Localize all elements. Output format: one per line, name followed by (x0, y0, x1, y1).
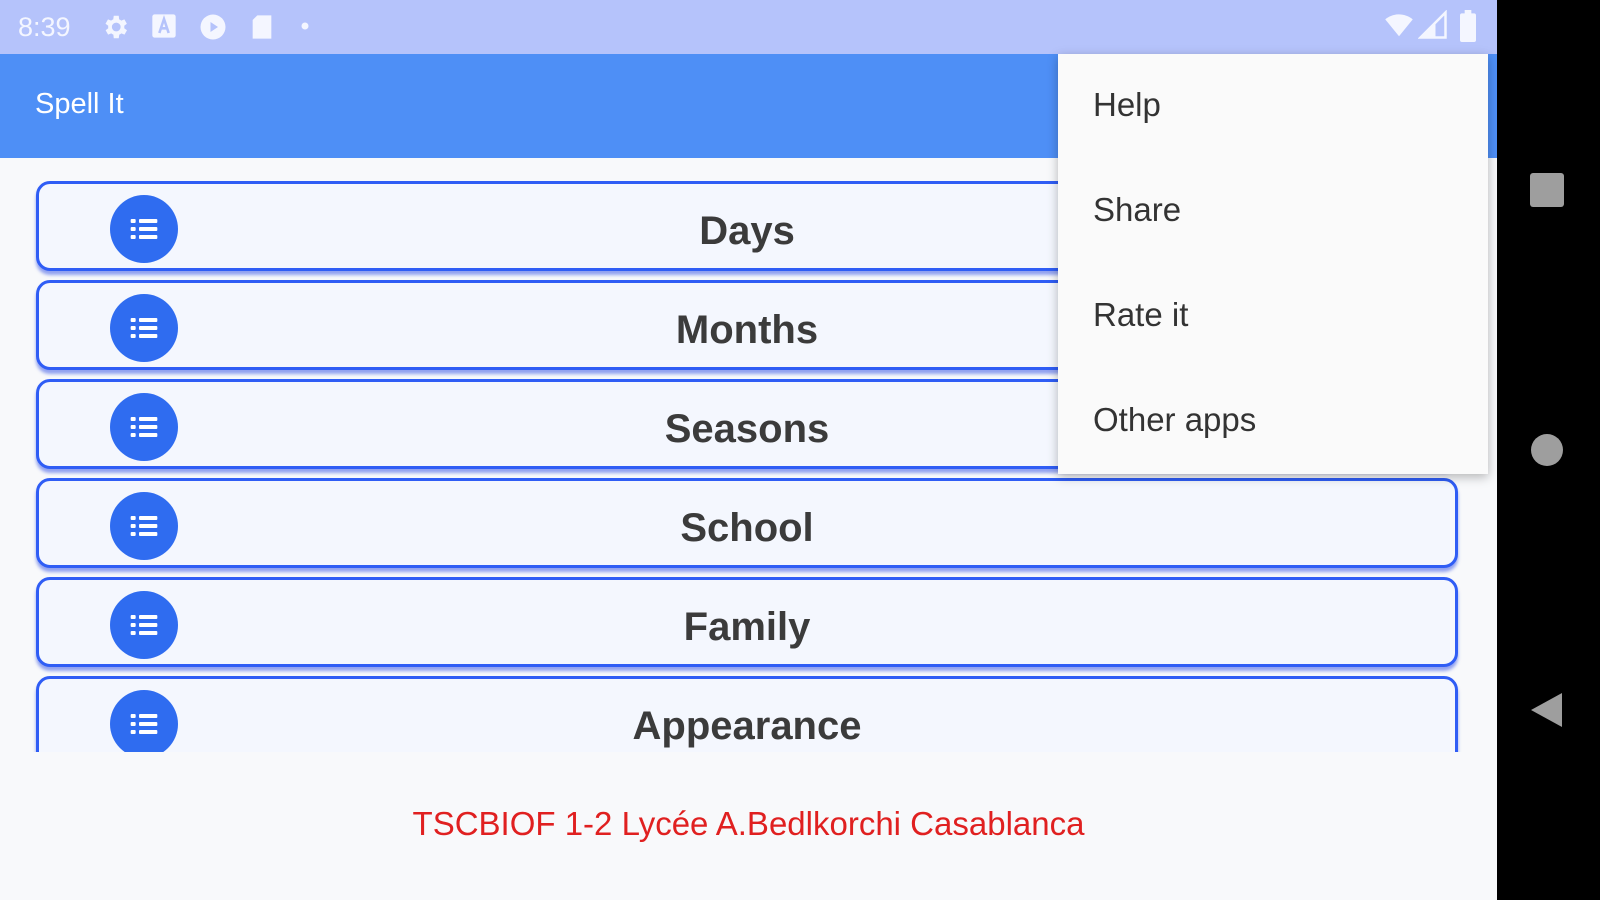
menu-item-label: Share (1093, 191, 1182, 228)
sd-card-icon (248, 12, 276, 42)
dot-icon (300, 21, 310, 31)
signal-icon (1418, 10, 1448, 40)
play-icon (198, 12, 228, 42)
status-bar: 8:39 (0, 0, 1497, 54)
menu-item-label: Help (1093, 86, 1161, 123)
wifi-icon (1382, 10, 1416, 40)
app-title: Spell It (35, 88, 124, 120)
list-item-label: Family (683, 605, 811, 649)
back-triangle-icon[interactable] (1527, 690, 1567, 735)
list-item-family[interactable]: Family (36, 577, 1458, 667)
home-circle-icon[interactable] (1527, 430, 1567, 475)
gear-icon (100, 12, 130, 42)
menu-item-rate-it[interactable]: Rate it (1058, 264, 1488, 369)
list-item-label: School (680, 506, 814, 550)
status-time: 8:39 (18, 12, 71, 42)
footer-credit: TSCBIOF 1-2 Lycée A.Bedlkorchi Casablanc… (412, 805, 1085, 842)
menu-item-help[interactable]: Help (1058, 54, 1488, 159)
list-item-school[interactable]: School (36, 478, 1458, 568)
a-box-icon (150, 12, 178, 40)
menu-item-label: Other apps (1093, 401, 1257, 438)
list-item-appearance[interactable]: Appearance (36, 676, 1458, 752)
menu-item-share[interactable]: Share (1058, 159, 1488, 264)
navigation-bar (1497, 0, 1600, 900)
battery-icon (1458, 10, 1478, 42)
menu-item-label: Rate it (1093, 296, 1189, 333)
overflow-menu: Help Share Rate it Other apps (1058, 54, 1488, 474)
app-screen: 8:39 Spell It Days Months Seasons School… (0, 0, 1497, 900)
list-item-label: Appearance (632, 704, 862, 748)
recents-square-icon[interactable] (1527, 170, 1567, 215)
menu-item-other-apps[interactable]: Other apps (1058, 369, 1488, 474)
